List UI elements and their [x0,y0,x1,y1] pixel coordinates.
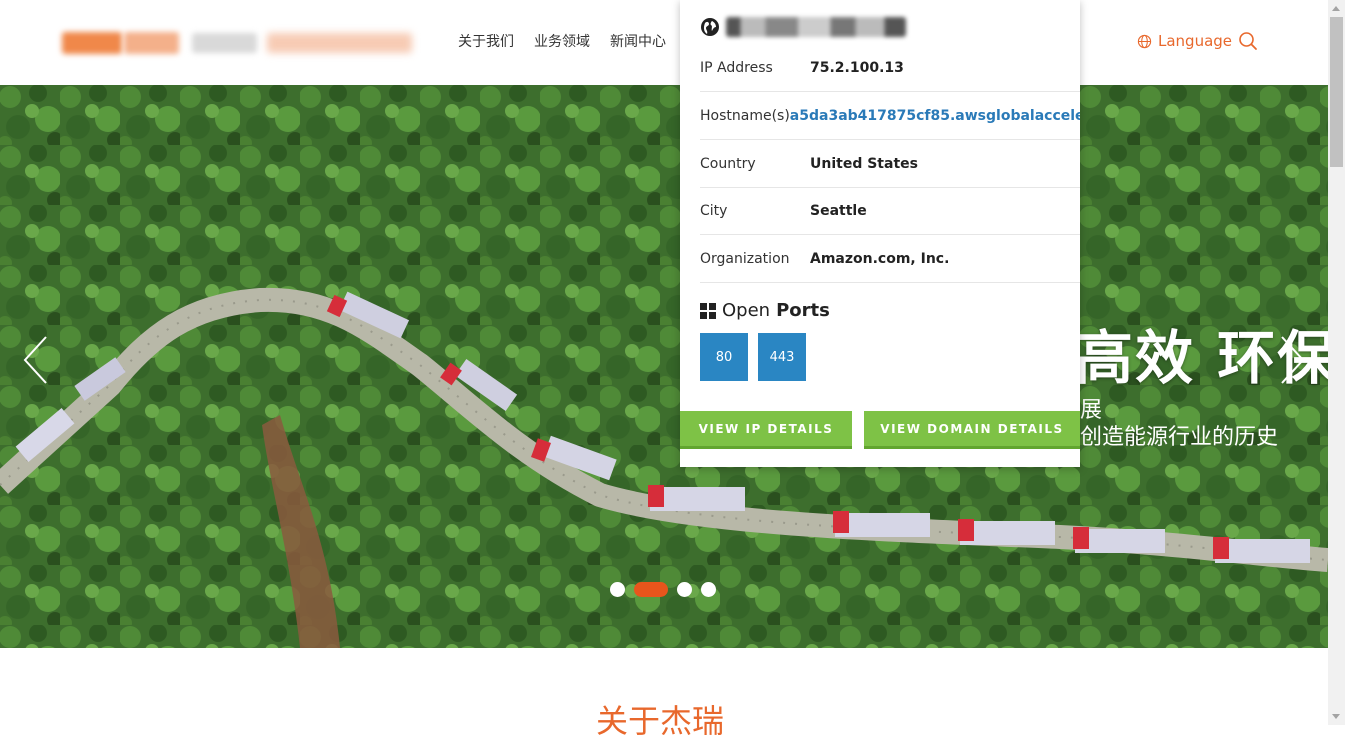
info-row-hostname: Hostname(s) a5da3ab417875cf85.awsglobala… [700,92,1080,140]
section-title: 关于杰瑞 [596,702,725,740]
info-label: Organization [700,250,790,267]
open-ports-heading: Open Ports [700,300,830,321]
nav-news[interactable]: 新闻中心 [610,31,666,51]
chevron-left-icon[interactable] [22,335,48,385]
ports-label-bold: Ports [776,300,830,321]
search-icon[interactable] [1238,31,1258,51]
info-label: Country [700,155,756,172]
globe-icon [1137,34,1152,48]
chevron-right-icon[interactable] [1280,335,1306,385]
language-label: Language [1158,32,1233,50]
info-label: City [700,202,728,219]
language-switcher[interactable]: Language [1137,32,1232,50]
globe-icon [701,18,719,36]
info-row-organization: Organization Amazon.com, Inc. [700,235,1080,283]
port-badge-443[interactable]: 443 [758,333,806,381]
port-badge-80[interactable]: 80 [700,333,748,381]
info-row-ip: IP Address 75.2.100.13 [700,44,1080,92]
hostname-link[interactable]: a5da3ab417875cf85.awsglobalaccelerator.c… [790,108,1080,124]
info-row-city: City Seattle [700,187,1080,235]
info-value: United States [810,155,918,172]
info-value: Seattle [810,202,867,219]
redacted-domain [726,17,906,37]
hero-subtitle-2: 创造能源行业的历史 [1080,425,1279,450]
view-domain-details-button[interactable]: VIEW DOMAIN DETAILS [864,411,1080,449]
carousel-dot-active[interactable] [634,582,668,597]
info-value: Amazon.com, Inc. [810,250,950,267]
grid-icon [700,302,716,319]
nav-business[interactable]: 业务领域 [534,31,590,51]
carousel-dot[interactable] [701,582,716,597]
hero-carousel: 高效 环保 展 创造能源行业的历史 [0,85,1328,648]
view-ip-details-button[interactable]: VIEW IP DETAILS [680,411,852,449]
port-list: 80 443 [700,333,806,381]
info-value: 75.2.100.13 [810,59,904,76]
ports-label-light: Open [722,300,771,321]
ip-info-popup: IP Address 75.2.100.13 Hostname(s) a5da3… [680,0,1080,467]
carousel-pagination [610,582,716,597]
main-nav: 关于我们 业务领域 新闻中心 [458,31,666,51]
scrollbar-thumb[interactable] [1330,17,1343,167]
info-label: IP Address [700,59,773,76]
page-scrollbar[interactable] [1328,0,1345,725]
site-header: 关于我们 业务领域 新闻中心 Language [0,0,1328,85]
popup-header [700,17,906,37]
scroll-up-arrow-icon[interactable] [1332,6,1340,11]
scroll-down-arrow-icon[interactable] [1332,714,1340,719]
carousel-dot[interactable] [610,582,625,597]
site-logo[interactable] [62,28,422,58]
nav-about[interactable]: 关于我们 [458,31,514,51]
info-label: Hostname(s) [700,107,790,124]
info-row-country: Country United States [700,140,1080,188]
carousel-dot[interactable] [677,582,692,597]
